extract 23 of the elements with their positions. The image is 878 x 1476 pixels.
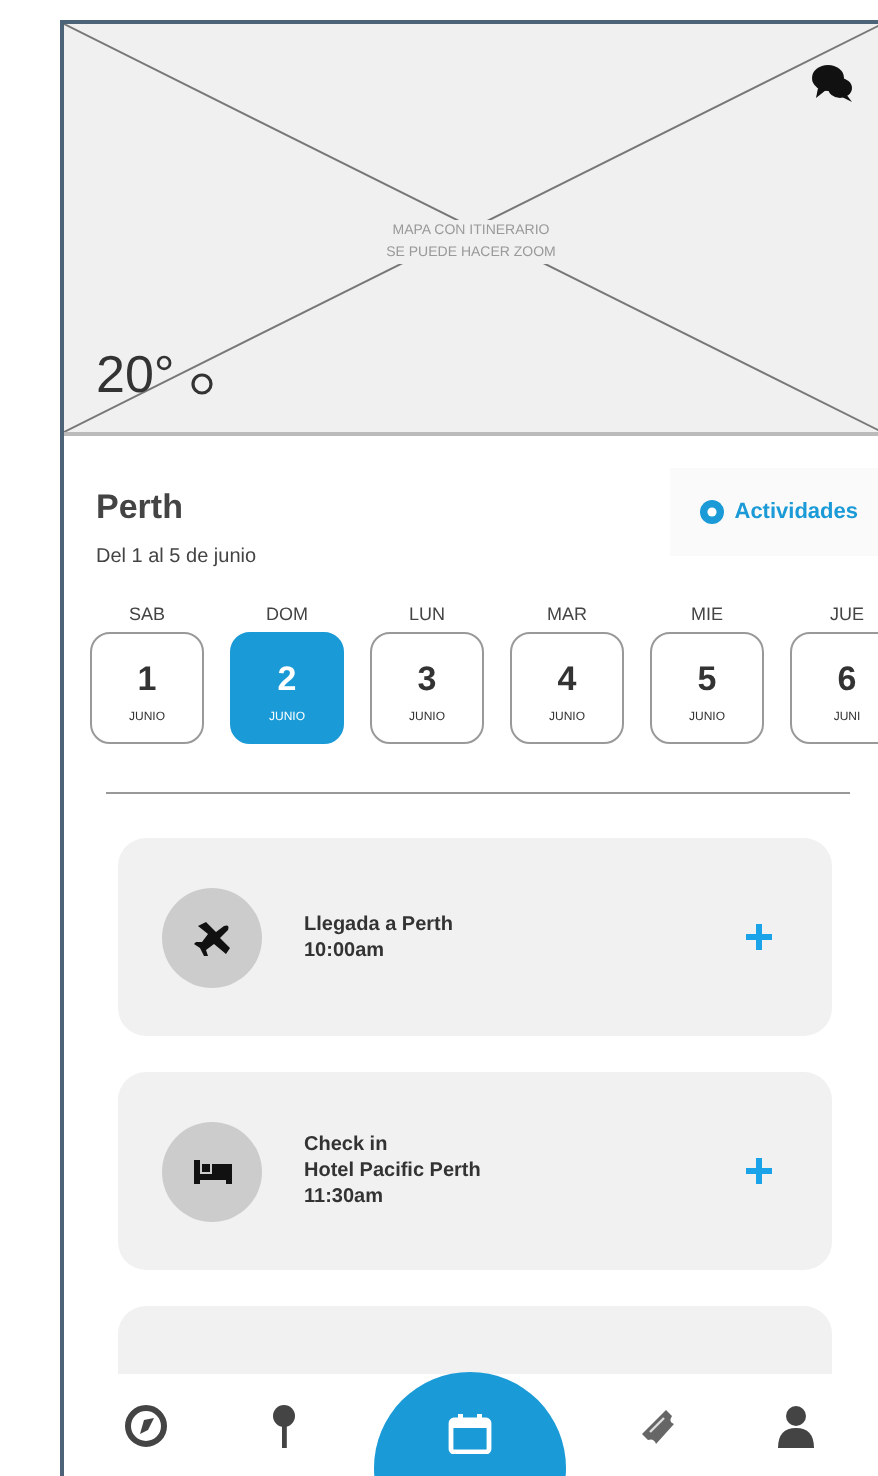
event-card[interactable]: Check in Hotel Pacific Perth 11:30am [118,1072,832,1270]
sun-icon [190,372,215,396]
date-range: Del 1 al 5 de junio [96,546,257,568]
weekday-label: DOM [266,604,308,624]
calendar-icon [448,1412,493,1454]
event-details: Check in Hotel Pacific Perth 11:30am [304,1132,483,1210]
airplane-icon [194,918,230,956]
weekday-label: SAB [128,604,165,624]
chat-icon[interactable] [810,62,854,104]
weekday-label: MIE [690,604,723,624]
weekday-label: JUE [829,604,864,624]
compass-icon [123,1404,168,1448]
bed-icon [193,1158,231,1184]
person-icon [778,1404,815,1448]
event-details: Llegada a Perth 10:00am [304,911,455,963]
pin-icon [272,1404,297,1448]
add-circle-icon [700,500,725,524]
ticket-icon [637,1406,678,1446]
weekday-label: LUN [408,604,445,624]
temperature: 20° [96,344,175,404]
city-title: Perth [96,488,185,528]
weekday-label: MAR [547,604,587,624]
event-card[interactable]: Llegada a Perth 10:00am [118,838,832,1036]
